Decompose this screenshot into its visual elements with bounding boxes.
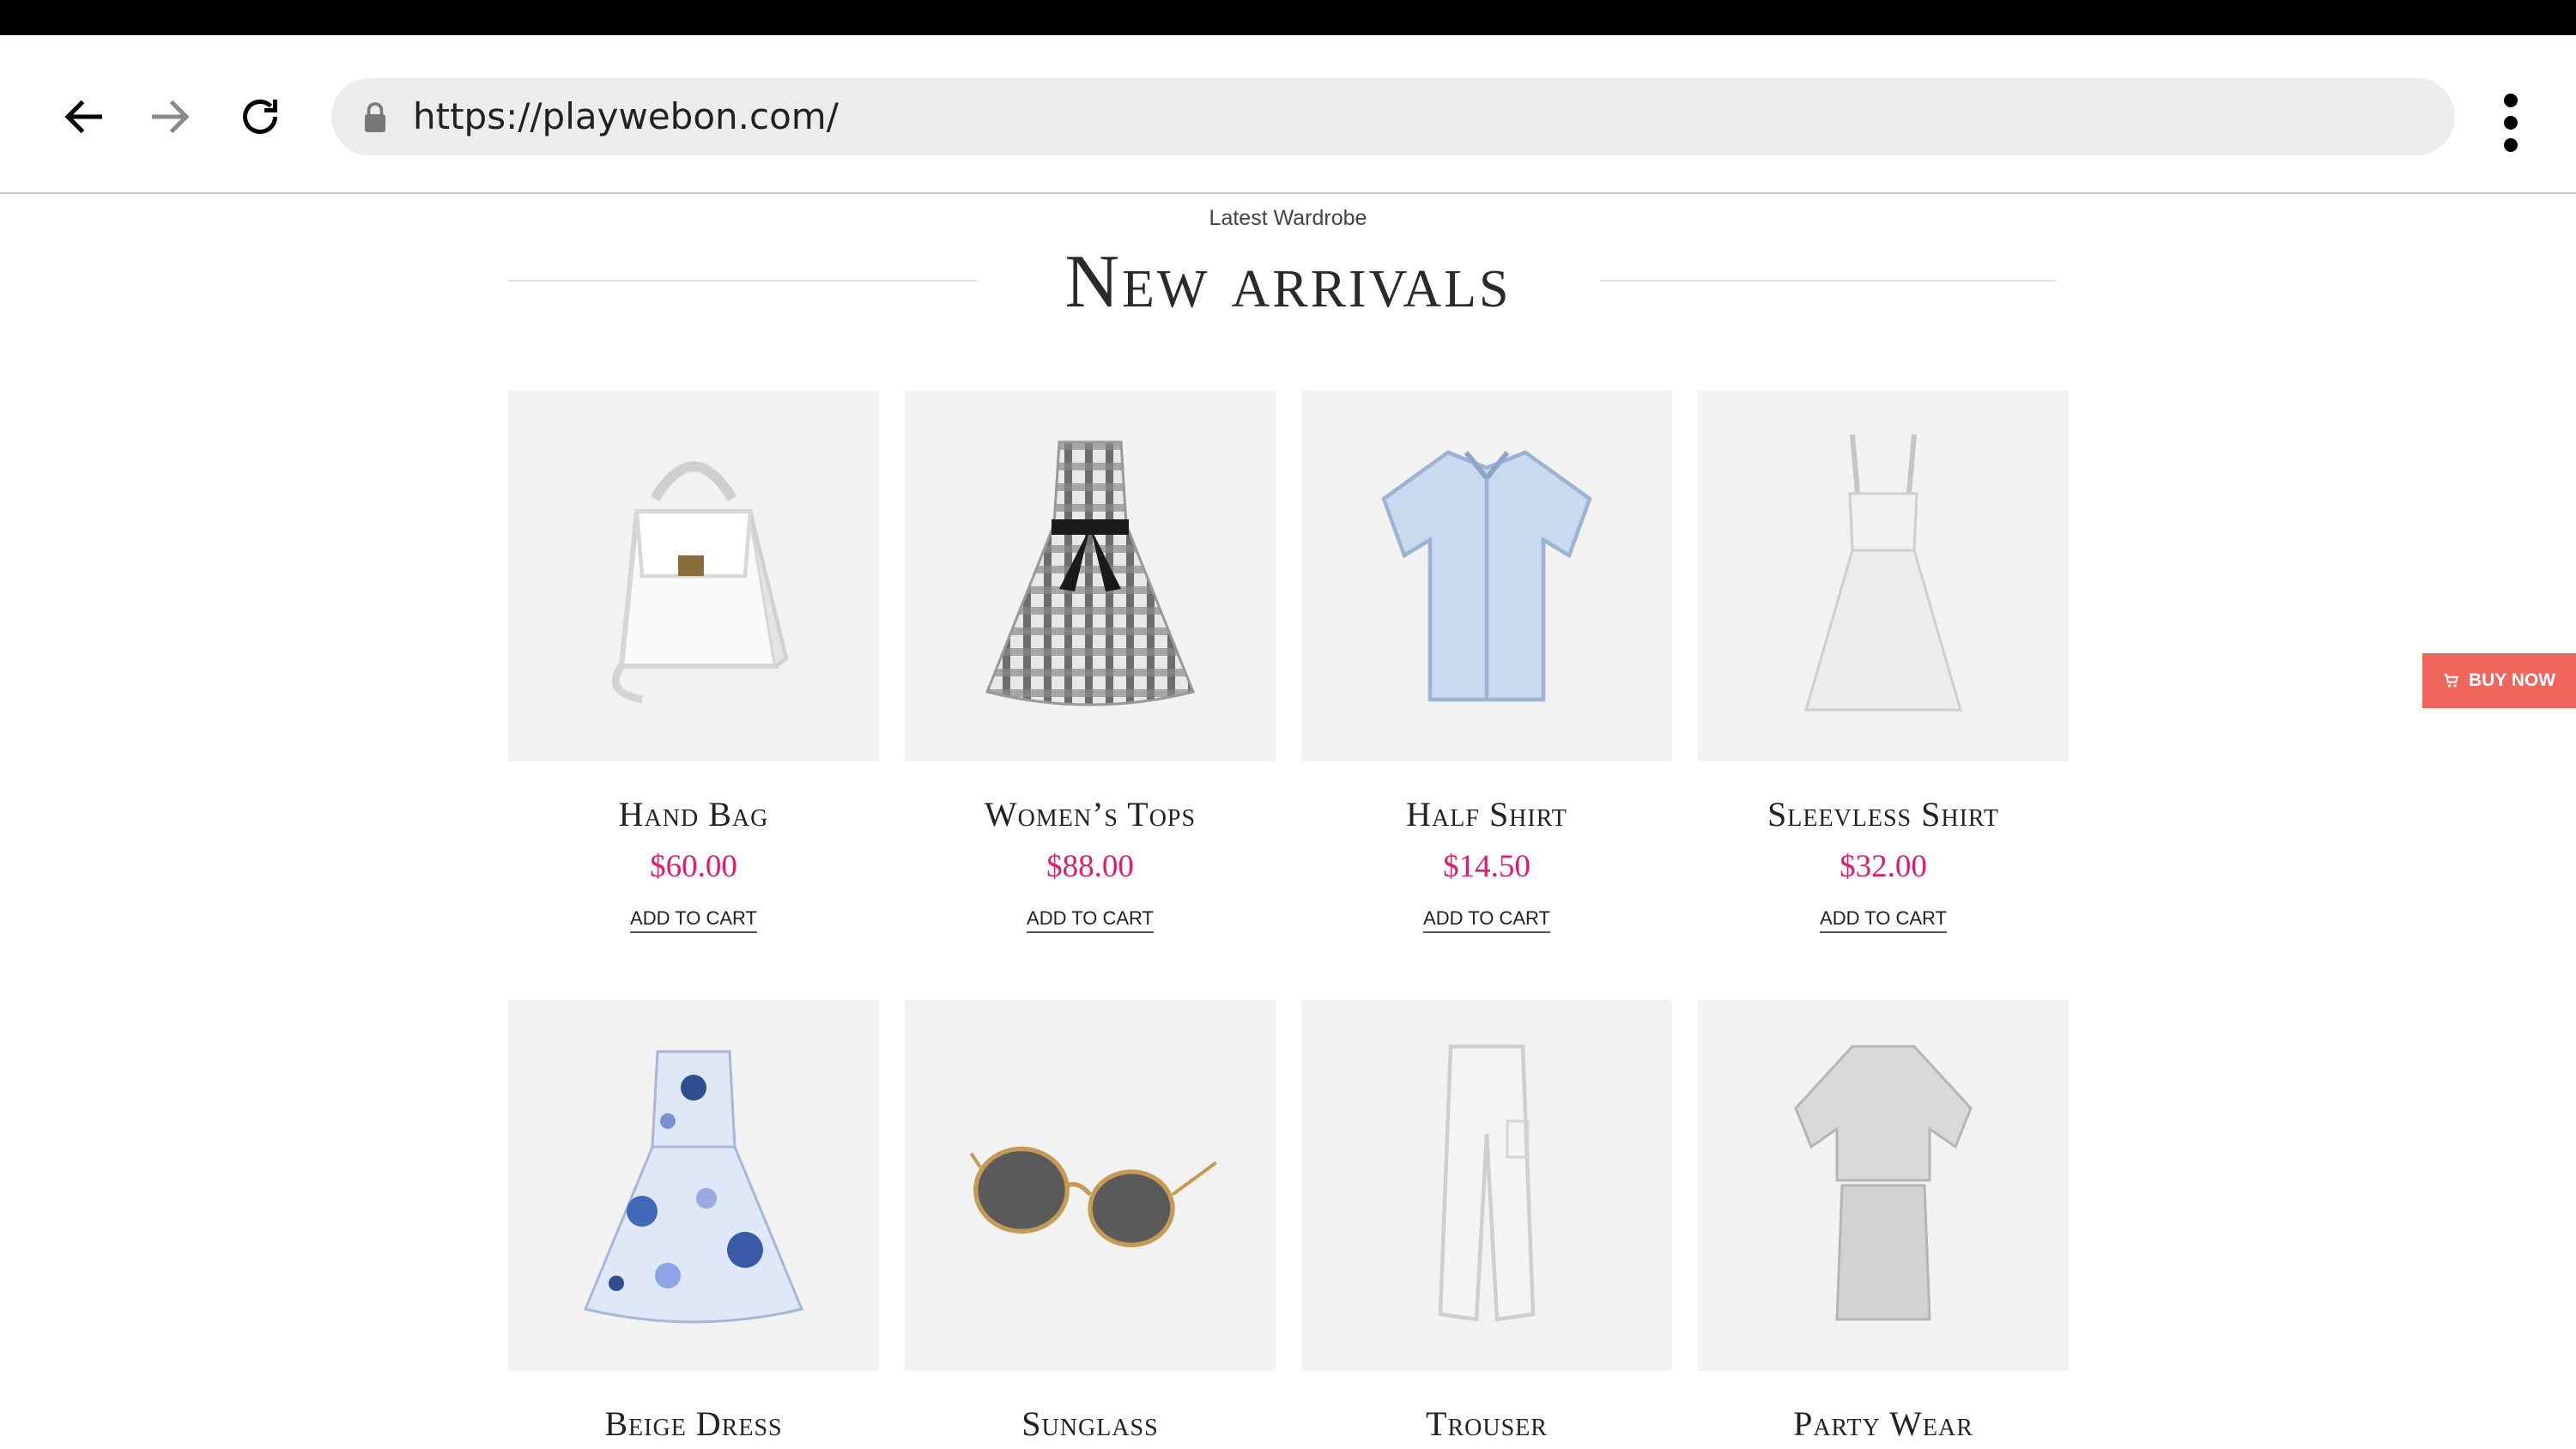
lock-icon <box>365 102 385 132</box>
product-image[interactable] <box>905 391 1276 761</box>
sleeveless-dress-icon <box>1804 433 1962 712</box>
product-card: Women’s Tops $88.00 ADD TO CART <box>905 391 1276 933</box>
forward-arrow-icon <box>152 100 190 134</box>
product-name[interactable]: Women’s Tops <box>905 794 1276 834</box>
product-card: Sunglass <box>905 1000 1276 1444</box>
browser-toolbar: https://playwebon.com/ <box>0 35 2576 194</box>
handbag-icon <box>611 461 789 704</box>
menu-dot-icon <box>2504 94 2518 107</box>
buy-now-button[interactable]: BUY NOW <box>2422 653 2576 708</box>
product-name[interactable]: Sleevless Shirt <box>1698 794 2069 834</box>
back-button[interactable] <box>55 87 115 147</box>
buy-now-label: BUY NOW <box>2468 670 2556 690</box>
add-to-cart-link[interactable]: ADD TO CART <box>630 907 757 933</box>
product-price: $32.00 <box>1840 849 1927 884</box>
menu-dot-icon <box>2504 138 2518 152</box>
add-to-cart-link[interactable]: ADD TO CART <box>1423 907 1550 933</box>
cart-icon <box>2444 674 2458 688</box>
product-image[interactable] <box>905 1000 1276 1371</box>
product-name[interactable]: Sunglass <box>905 1404 1276 1444</box>
product-card: Sleevless Shirt $32.00 ADD TO CART <box>1698 391 2069 933</box>
section-title: New arrivals <box>1064 240 1512 324</box>
reload-icon <box>243 100 277 134</box>
reload-button[interactable] <box>230 87 290 147</box>
forward-button[interactable] <box>139 87 199 147</box>
status-bar <box>0 0 2576 35</box>
product-image[interactable] <box>1698 1000 2069 1371</box>
product-name[interactable]: Party Wear <box>1698 1404 2069 1444</box>
product-image[interactable] <box>1301 1000 1672 1371</box>
product-price: $88.00 <box>1046 849 1134 884</box>
product-name[interactable]: Half Shirt <box>1301 794 1672 834</box>
product-name[interactable]: Hand Bag <box>508 794 879 834</box>
product-image[interactable] <box>508 391 879 761</box>
sunglasses-icon <box>969 1146 1217 1247</box>
url-text: https://playwebon.com/ <box>413 95 839 137</box>
product-image[interactable] <box>1698 391 2069 761</box>
plaid-dress-icon <box>985 440 1196 706</box>
product-image[interactable] <box>1301 391 1672 761</box>
party-wear-icon <box>1794 1045 1973 1321</box>
product-card: Half Shirt $14.50 ADD TO CART <box>1301 391 1672 933</box>
more-options-button[interactable] <box>2489 88 2532 157</box>
product-image[interactable] <box>508 1000 879 1371</box>
menu-dot-icon <box>2504 116 2518 130</box>
product-card: Trouser <box>1301 1000 1672 1444</box>
product-card: Hand Bag $60.00 ADD TO CART <box>508 391 879 933</box>
add-to-cart-link[interactable]: ADD TO CART <box>1820 907 1947 933</box>
address-bar[interactable]: https://playwebon.com/ <box>331 78 2455 155</box>
product-card: Party Wear <box>1698 1000 2069 1444</box>
back-arrow-icon <box>64 100 102 134</box>
shirt-icon <box>1381 450 1592 702</box>
page-content: Latest Wardrobe New arrivals Hand Bag $6… <box>0 196 2576 1449</box>
product-price: $14.50 <box>1443 849 1530 884</box>
product-name[interactable]: Trouser <box>1301 1404 1672 1444</box>
polka-dress-icon <box>583 1050 804 1324</box>
product-price: $60.00 <box>650 849 737 884</box>
section-eyebrow: Latest Wardrobe <box>1209 206 1367 230</box>
trouser-icon <box>1438 1044 1536 1322</box>
add-to-cart-link[interactable]: ADD TO CART <box>1027 907 1154 933</box>
product-name[interactable]: Beige Dress <box>508 1404 879 1444</box>
product-card: Beige Dress <box>508 1000 879 1444</box>
